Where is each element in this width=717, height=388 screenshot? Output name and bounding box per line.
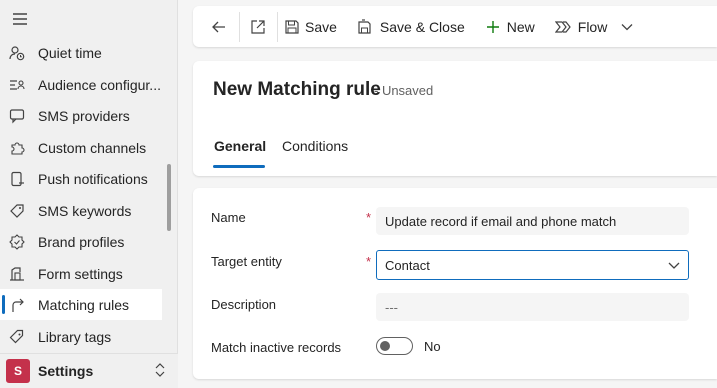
required-indicator: * bbox=[366, 254, 372, 269]
record-header: New Matching rule - Unsaved General Cond… bbox=[193, 61, 717, 176]
flow-label: Flow bbox=[577, 18, 608, 35]
match-inactive-toggle[interactable] bbox=[376, 337, 413, 355]
sidebar-item-form-settings[interactable]: Form settings bbox=[0, 258, 170, 289]
sidebar-item-library-tags[interactable]: Library tags bbox=[0, 321, 170, 352]
arrow-route-icon bbox=[9, 297, 25, 313]
sidebar-item-sms-keywords[interactable]: SMS keywords bbox=[0, 195, 170, 226]
area-switcher[interactable]: S Settings bbox=[0, 353, 178, 388]
sidebar-item-sms-providers[interactable]: SMS providers bbox=[0, 100, 170, 131]
tag-icon bbox=[9, 203, 25, 219]
sidebar-item-push-notifications[interactable]: Push notifications bbox=[0, 163, 170, 194]
command-separator bbox=[239, 11, 240, 42]
form-icon bbox=[9, 266, 25, 282]
sidebar-item-label: Brand profiles bbox=[38, 233, 125, 250]
badge-icon bbox=[9, 233, 25, 250]
sidebar: Quiet time Audience configur... SMS prov… bbox=[0, 0, 178, 388]
save-close-icon bbox=[357, 18, 373, 35]
command-bar: Save Save & Close New Flow bbox=[193, 6, 717, 47]
new-button[interactable]: New bbox=[486, 6, 535, 47]
toggle-knob bbox=[380, 341, 390, 351]
sidebar-item-matching-rules[interactable]: Matching rules bbox=[0, 289, 162, 320]
required-indicator: * bbox=[366, 210, 372, 225]
name-label: Name bbox=[211, 210, 246, 225]
target-entity-select[interactable]: Contact bbox=[376, 250, 689, 280]
open-in-new-window-icon bbox=[250, 19, 266, 35]
flow-icon bbox=[554, 20, 571, 34]
sidebar-item-label: Custom channels bbox=[38, 139, 147, 156]
description-input[interactable]: --- bbox=[376, 293, 689, 321]
target-entity-label: Target entity bbox=[211, 254, 282, 269]
hamburger-menu-icon[interactable] bbox=[12, 12, 28, 26]
command-separator bbox=[277, 11, 278, 42]
area-badge: S bbox=[6, 359, 30, 383]
sidebar-item-label: Audience configur... bbox=[38, 76, 161, 93]
record-title: New Matching rule bbox=[213, 79, 381, 100]
save-button[interactable]: Save bbox=[285, 6, 337, 47]
match-inactive-label: Match inactive records bbox=[211, 340, 342, 355]
sidebar-item-label: Library tags bbox=[38, 328, 112, 345]
chat-icon bbox=[9, 108, 25, 124]
audience-list-icon bbox=[9, 77, 25, 93]
sidebar-item-label: SMS keywords bbox=[38, 202, 132, 219]
active-tab-indicator bbox=[213, 165, 265, 168]
sidebar-item-label: Matching rules bbox=[38, 296, 130, 313]
tab-general[interactable]: General bbox=[214, 138, 266, 154]
area-label: Settings bbox=[38, 363, 94, 379]
save-label: Save bbox=[305, 18, 337, 35]
save-close-label: Save & Close bbox=[379, 18, 465, 35]
match-inactive-value: No bbox=[424, 339, 441, 354]
record-status: - Unsaved bbox=[374, 83, 434, 98]
sidebar-scrollbar[interactable] bbox=[167, 164, 171, 231]
chevron-down-icon bbox=[621, 23, 633, 31]
person-clock-icon bbox=[9, 45, 25, 61]
plus-icon bbox=[486, 20, 500, 34]
name-input[interactable]: Update record if email and phone match bbox=[376, 207, 689, 235]
save-and-close-button[interactable]: Save & Close bbox=[357, 6, 465, 47]
tag-outline-icon bbox=[9, 329, 25, 345]
chevron-down-icon bbox=[668, 259, 680, 274]
sidebar-item-label: SMS providers bbox=[38, 107, 130, 124]
sidebar-item-label: Form settings bbox=[38, 265, 123, 282]
arrow-left-icon bbox=[211, 19, 227, 35]
sidebar-item-brand-profiles[interactable]: Brand profiles bbox=[0, 226, 170, 257]
back-button[interactable] bbox=[211, 6, 227, 47]
puzzle-icon bbox=[9, 140, 25, 156]
sidebar-item-label: Quiet time bbox=[38, 44, 102, 61]
tab-conditions[interactable]: Conditions bbox=[282, 138, 348, 154]
flow-button[interactable]: Flow bbox=[554, 6, 634, 47]
chevron-up-down-icon bbox=[154, 362, 166, 381]
open-new-window-button[interactable] bbox=[250, 6, 266, 47]
description-label: Description bbox=[211, 297, 277, 312]
sidebar-item-audience-configuration[interactable]: Audience configur... bbox=[0, 69, 170, 100]
target-entity-value: Contact bbox=[385, 257, 430, 273]
general-form-section: Name * Update record if email and phone … bbox=[193, 188, 717, 379]
mobile-notification-icon bbox=[9, 171, 25, 187]
save-icon bbox=[285, 19, 299, 34]
sidebar-item-quiet-time[interactable]: Quiet time bbox=[0, 37, 170, 68]
new-label: New bbox=[506, 18, 535, 35]
sidebar-item-label: Push notifications bbox=[38, 170, 148, 187]
sidebar-item-custom-channels[interactable]: Custom channels bbox=[0, 132, 170, 163]
